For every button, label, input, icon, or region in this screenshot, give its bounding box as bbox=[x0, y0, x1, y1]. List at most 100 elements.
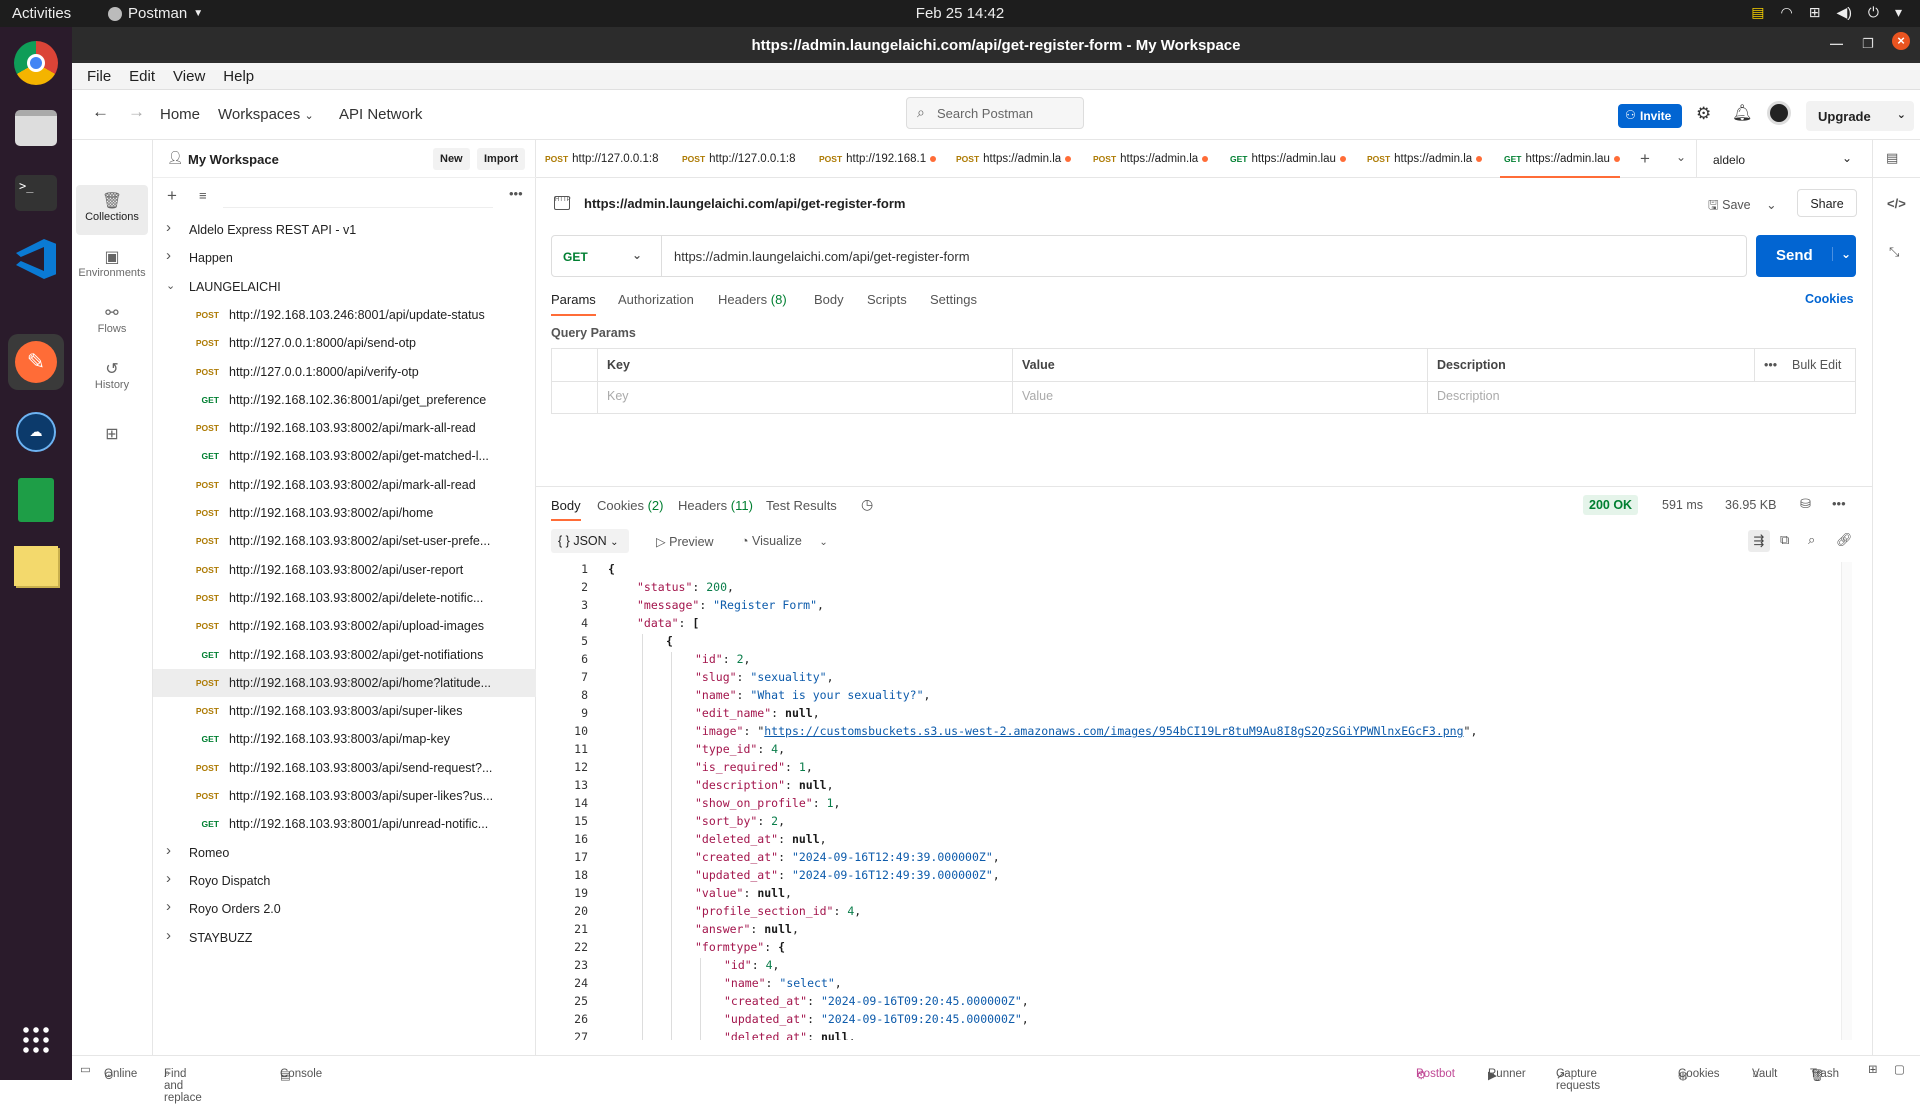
request-tab[interactable]: POST https://admin.la bbox=[952, 140, 1085, 178]
sidebar-search-input[interactable] bbox=[223, 186, 493, 208]
request-tab[interactable]: POST http://127.0.0.1:8 bbox=[678, 140, 811, 178]
back-arrow-icon[interactable]: ← bbox=[92, 102, 109, 122]
request-item[interactable]: POST http://192.168.103.93:8003/api/super… bbox=[153, 697, 536, 725]
response-tab-headers[interactable]: Headers (11) bbox=[678, 498, 753, 513]
collection-folder[interactable]: › Aldelo Express REST API - v1 bbox=[153, 216, 536, 244]
preview-button[interactable]: ▷ Preview bbox=[656, 534, 714, 549]
response-tab-body[interactable]: Body bbox=[551, 498, 581, 521]
home-link[interactable]: Home bbox=[160, 106, 200, 123]
tab-headers[interactable]: Headers (8) bbox=[718, 292, 787, 307]
request-item[interactable]: POST http://192.168.103.93:8002/api/set-u… bbox=[153, 527, 536, 555]
tab-body[interactable]: Body bbox=[814, 292, 844, 307]
app-menu[interactable]: Postman ▼ bbox=[108, 5, 203, 22]
column-options-icon[interactable]: ••• bbox=[1764, 358, 1777, 372]
menu-view[interactable]: View bbox=[164, 68, 214, 85]
power-icon[interactable]: ⏻ bbox=[1868, 4, 1879, 21]
collection-folder[interactable]: › STAYBUZZ bbox=[153, 924, 536, 952]
maximize-icon[interactable]: ❐ bbox=[1862, 36, 1874, 52]
value-input[interactable]: Value bbox=[1022, 389, 1053, 403]
request-item[interactable]: GET http://192.168.103.93:8003/api/map-ke… bbox=[153, 725, 536, 753]
layout-icon[interactable]: ⊞ bbox=[1868, 1062, 1878, 1076]
cookies-link[interactable]: Cookies bbox=[1805, 292, 1854, 306]
settings-gear-icon[interactable]: ⚙ bbox=[1696, 104, 1711, 124]
rail-environments[interactable]: ▣ Environments bbox=[76, 241, 148, 291]
editor-scrollbar[interactable] bbox=[1842, 562, 1852, 1040]
network-icon[interactable]: ⊞ bbox=[1809, 4, 1821, 21]
api-network-link[interactable]: API Network bbox=[339, 106, 422, 123]
more-options-icon[interactable]: ••• bbox=[509, 186, 523, 201]
request-item[interactable]: POST http://192.168.103.93:8002/api/mark-… bbox=[153, 414, 536, 442]
send-options-chevron-icon[interactable]: ⌄ bbox=[1832, 247, 1851, 261]
request-item[interactable]: POST http://192.168.103.93:8002/api/home?… bbox=[153, 668, 536, 697]
request-item[interactable]: POST http://192.168.103.93:8002/api/user-… bbox=[153, 556, 536, 584]
response-body-editor[interactable]: 1{2 "status": 200, 3 "message": "Register F… bbox=[536, 562, 1842, 1040]
response-size[interactable]: 36.95 KB bbox=[1725, 498, 1776, 512]
close-icon[interactable]: × bbox=[1892, 32, 1910, 50]
code-snippet-icon[interactable]: </> bbox=[1887, 196, 1906, 211]
request-tab[interactable]: POST https://admin.la bbox=[1363, 140, 1496, 178]
chevron-right-icon[interactable]: › bbox=[166, 247, 171, 264]
request-tab[interactable]: GET https://admin.lau bbox=[1226, 140, 1359, 178]
forward-arrow-icon[interactable]: → bbox=[128, 102, 145, 122]
workspace-name[interactable]: My Workspace bbox=[188, 152, 279, 167]
request-item[interactable]: POST http://127.0.0.1:8000/api/send-otp bbox=[153, 329, 536, 357]
minimize-icon[interactable]: — bbox=[1830, 36, 1843, 51]
request-item[interactable]: GET http://192.168.103.93:8001/api/unread… bbox=[153, 810, 536, 838]
key-input[interactable]: Key bbox=[607, 389, 629, 403]
cloud-app-icon[interactable]: ☁ bbox=[8, 404, 64, 460]
response-more-icon[interactable]: ••• bbox=[1832, 496, 1846, 511]
request-name[interactable]: https://admin.laungelaichi.com/api/get-r… bbox=[584, 196, 905, 211]
postman-icon[interactable]: ✎ bbox=[8, 334, 64, 390]
save-response-icon[interactable]: ⛁ bbox=[1800, 496, 1811, 512]
chevron-right-icon[interactable]: › bbox=[166, 842, 171, 859]
spreadsheet-icon[interactable] bbox=[8, 472, 64, 528]
request-item[interactable]: POST http://192.168.103.93:8002/api/mark-… bbox=[153, 471, 536, 499]
tab-settings[interactable]: Settings bbox=[930, 292, 977, 307]
request-tab[interactable]: POST https://admin.la bbox=[1089, 140, 1222, 178]
rail-collections[interactable]: 🗑︎ Collections bbox=[76, 185, 148, 235]
caret-down-icon[interactable]: ▾ bbox=[1895, 4, 1902, 21]
tabs-overflow-chevron-icon[interactable]: ⌄ bbox=[1676, 150, 1686, 164]
status-badge[interactable]: 200 OK bbox=[1583, 495, 1639, 515]
response-divider[interactable] bbox=[536, 486, 1872, 487]
files-icon[interactable] bbox=[8, 100, 64, 156]
menu-edit[interactable]: Edit bbox=[120, 68, 164, 85]
system-tray[interactable]: ▤ ◠ ⊞ ◀) ⏻ ▾ bbox=[1751, 4, 1902, 21]
invite-button[interactable]: ⚇ Invite bbox=[1618, 104, 1682, 128]
notes-icon[interactable]: ▤ bbox=[1751, 4, 1764, 21]
volume-icon[interactable]: ◀) bbox=[1836, 4, 1851, 21]
request-item[interactable]: POST http://192.168.103.93:8003/api/super… bbox=[153, 782, 536, 810]
chevron-down-icon[interactable]: ⌄ bbox=[166, 279, 175, 292]
filter-icon[interactable]: ≡ bbox=[199, 188, 207, 203]
request-tab[interactable]: POST http://127.0.0.1:8 bbox=[541, 140, 674, 178]
rail-history[interactable]: ↺ History bbox=[76, 353, 148, 403]
response-history-icon[interactable]: ◷ bbox=[861, 496, 873, 513]
vscode-icon[interactable] bbox=[8, 231, 64, 287]
search-response-icon[interactable]: ⌕ bbox=[1808, 532, 1815, 548]
add-collection-icon[interactable]: + bbox=[167, 186, 177, 206]
link-icon[interactable]: 🔗︎ bbox=[1836, 532, 1853, 548]
request-tab[interactable]: POST http://192.168.1 bbox=[815, 140, 948, 178]
chevron-right-icon[interactable]: › bbox=[166, 219, 171, 236]
tab-authorization[interactable]: Authorization bbox=[618, 292, 694, 307]
app-indicator-icon[interactable]: ◠ bbox=[1781, 4, 1793, 21]
request-item[interactable]: POST http://192.168.103.246:8001/api/upda… bbox=[153, 301, 536, 329]
upgrade-button[interactable]: Upgrade ⌄ bbox=[1806, 101, 1914, 131]
request-tab[interactable]: GET https://admin.lau bbox=[1500, 140, 1620, 178]
description-input[interactable]: Description bbox=[1437, 389, 1500, 403]
collection-folder[interactable]: ⌄ LAUNGELAICHI bbox=[153, 273, 536, 301]
collection-folder[interactable]: › Romeo bbox=[153, 839, 536, 867]
new-button[interactable]: New bbox=[433, 148, 470, 170]
request-item[interactable]: GET http://192.168.103.93:8002/api/get-no… bbox=[153, 641, 536, 669]
chevron-right-icon[interactable]: › bbox=[166, 927, 171, 944]
request-item[interactable]: POST http://192.168.103.93:8002/api/delet… bbox=[153, 584, 536, 612]
menu-file[interactable]: File bbox=[78, 68, 120, 85]
request-item[interactable]: GET http://192.168.103.93:8002/api/get-ma… bbox=[153, 442, 536, 470]
avatar[interactable] bbox=[1767, 101, 1791, 125]
response-tab-cookies[interactable]: Cookies (2) bbox=[597, 498, 663, 513]
visualize-button[interactable]: ◔ Visualize ⌄ bbox=[741, 534, 828, 548]
activities-button[interactable]: Activities bbox=[12, 5, 71, 22]
request-item[interactable]: GET http://192.168.102.36:8001/api/get_pr… bbox=[153, 386, 536, 414]
copy-icon[interactable]: ⧉ bbox=[1780, 532, 1789, 548]
request-item[interactable]: POST http://192.168.103.93:8002/api/uploa… bbox=[153, 612, 536, 640]
